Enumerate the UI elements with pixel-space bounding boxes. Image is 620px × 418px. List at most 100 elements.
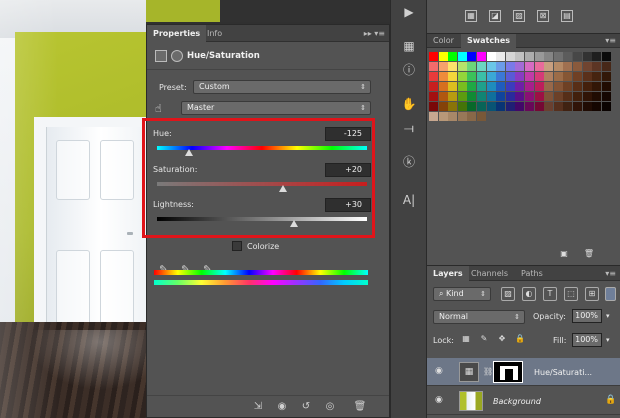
swatch[interactable]: [448, 92, 458, 101]
swatch[interactable]: [429, 112, 438, 121]
swatch[interactable]: [534, 52, 544, 61]
swatch[interactable]: [544, 82, 554, 91]
tab-channels[interactable]: Channels: [465, 266, 514, 281]
layer-mask-thumbnail[interactable]: [493, 361, 523, 383]
swatch[interactable]: [544, 102, 554, 111]
swatch[interactable]: [486, 82, 496, 91]
swatch[interactable]: [448, 72, 458, 81]
swatch[interactable]: [429, 72, 438, 81]
lock-move-icon[interactable]: ✥: [495, 333, 509, 347]
swatch[interactable]: [592, 52, 602, 61]
swatch[interactable]: [477, 52, 486, 61]
lightness-input[interactable]: +30: [325, 198, 371, 212]
view-previous-icon[interactable]: ◉: [275, 400, 289, 414]
swatch[interactable]: [515, 72, 525, 81]
swatch[interactable]: [477, 102, 486, 111]
swatch[interactable]: [496, 62, 506, 71]
filter-pixel-icon[interactable]: ▨: [501, 287, 515, 301]
swatch[interactable]: [496, 82, 506, 91]
swatch[interactable]: [457, 52, 467, 61]
delete-swatch-icon[interactable]: 🗑: [582, 248, 596, 262]
swatch[interactable]: [457, 72, 467, 81]
swatch[interactable]: [429, 102, 438, 111]
swatch[interactable]: [477, 82, 486, 91]
filter-type-icon[interactable]: T: [543, 287, 557, 301]
swatch[interactable]: [438, 92, 448, 101]
swatch[interactable]: [601, 62, 611, 71]
swatch[interactable]: [582, 72, 592, 81]
swatch[interactable]: [448, 62, 458, 71]
swatch[interactable]: [553, 72, 563, 81]
swatch[interactable]: [573, 62, 582, 71]
swatch[interactable]: [534, 82, 544, 91]
swatch[interactable]: [553, 52, 563, 61]
swatch[interactable]: [525, 82, 534, 91]
swatch[interactable]: [515, 92, 525, 101]
swatch[interactable]: [467, 62, 477, 71]
swatch[interactable]: [592, 82, 602, 91]
swatch[interactable]: [592, 72, 602, 81]
panel-menu-icon[interactable]: ▸▸ ▾≡: [364, 25, 385, 42]
swatch[interactable]: [457, 62, 467, 71]
swatch[interactable]: [573, 72, 582, 81]
swatch[interactable]: [563, 72, 573, 81]
saturation-slider-thumb[interactable]: [279, 185, 287, 192]
info-icon[interactable]: ⓘ: [399, 60, 419, 80]
colorize-checkbox[interactable]: [232, 241, 242, 251]
swatch[interactable]: [553, 62, 563, 71]
swatch[interactable]: [505, 52, 515, 61]
adjustment-button[interactable]: ▦: [465, 10, 477, 22]
hue-input[interactable]: -125: [325, 127, 371, 141]
visibility-eye-icon[interactable]: ◉: [435, 366, 447, 376]
fill-dropdown-icon[interactable]: ▾: [606, 336, 610, 344]
swatch[interactable]: [601, 92, 611, 101]
swatch[interactable]: [505, 92, 515, 101]
lightness-slider-track[interactable]: [157, 217, 367, 221]
swatch[interactable]: [592, 62, 602, 71]
opacity-dropdown-icon[interactable]: ▾: [606, 312, 610, 320]
adjustment-button[interactable]: ▨: [513, 10, 525, 22]
swatch[interactable]: [515, 52, 525, 61]
swatch[interactable]: [429, 92, 438, 101]
swatch[interactable]: [486, 72, 496, 81]
swatch[interactable]: [534, 72, 544, 81]
adjustment-button[interactable]: ▤: [561, 10, 573, 22]
swatch[interactable]: [544, 72, 554, 81]
swatch[interactable]: [553, 82, 563, 91]
swatch[interactable]: [477, 62, 486, 71]
swatch[interactable]: [438, 102, 448, 111]
filter-adjustment-icon[interactable]: ◐: [522, 287, 536, 301]
lock-all-icon[interactable]: 🔒: [513, 333, 527, 347]
lock-transparency-icon[interactable]: ▦: [459, 333, 473, 347]
swatch[interactable]: [448, 52, 458, 61]
swatch[interactable]: [601, 102, 611, 111]
swatch[interactable]: [477, 112, 486, 121]
swatch[interactable]: [573, 92, 582, 101]
swatch[interactable]: [563, 92, 573, 101]
fill-input[interactable]: 100%: [572, 333, 602, 347]
swatch[interactable]: [429, 62, 438, 71]
swatch[interactable]: [467, 112, 477, 121]
swatch[interactable]: [496, 92, 506, 101]
hue-slider-thumb[interactable]: [185, 149, 194, 156]
brush-icon[interactable]: ✋: [399, 94, 419, 114]
swatch[interactable]: [477, 72, 486, 81]
swatch[interactable]: [582, 82, 592, 91]
swatch[interactable]: [563, 62, 573, 71]
tab-paths[interactable]: Paths: [515, 266, 549, 281]
opacity-input[interactable]: 100%: [572, 309, 602, 323]
filter-kind-select[interactable]: ⌕ Kind ⇕: [433, 287, 491, 301]
panel-menu-icon[interactable]: ▾≡: [605, 34, 616, 48]
swatch[interactable]: [582, 52, 592, 61]
swatch[interactable]: [573, 82, 582, 91]
swatch[interactable]: [534, 102, 544, 111]
visibility-eye-icon[interactable]: ◉: [435, 395, 447, 405]
swatch[interactable]: [582, 92, 592, 101]
swatch[interactable]: [515, 62, 525, 71]
swatch[interactable]: [534, 92, 544, 101]
swatch[interactable]: [438, 72, 448, 81]
swatch[interactable]: [505, 82, 515, 91]
swatch[interactable]: [467, 102, 477, 111]
layer-row-hue-saturation[interactable]: ◉ ▦ ⛓ Hue/Saturati...: [427, 358, 620, 386]
filter-shape-icon[interactable]: ⬚: [564, 287, 578, 301]
